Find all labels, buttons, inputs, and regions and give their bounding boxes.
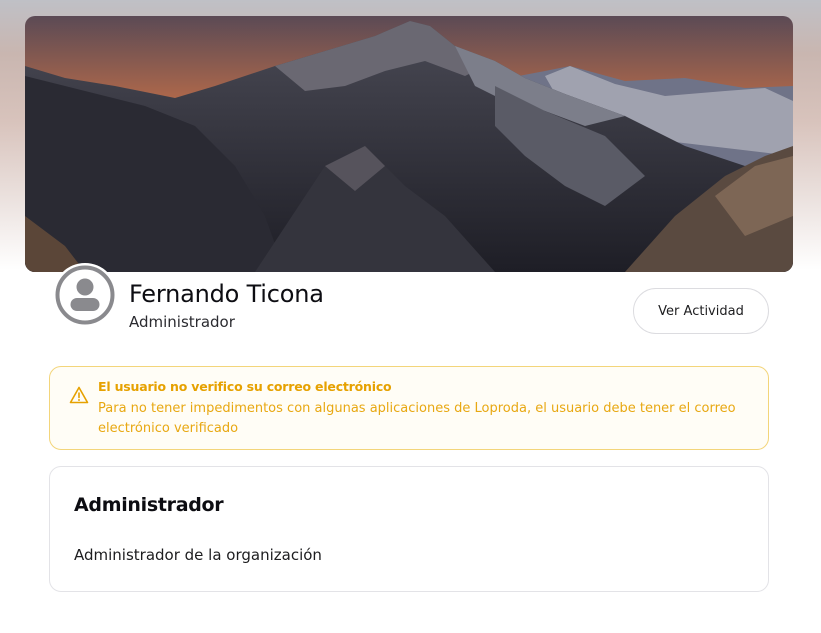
role-card-description: Administrador de la organización <box>74 546 322 564</box>
profile-name: Fernando Ticona <box>129 280 324 308</box>
avatar <box>53 263 117 327</box>
role-card-title: Administrador <box>74 494 224 516</box>
alert-title: El usuario no verifico su correo electró… <box>98 379 392 394</box>
alert-message: Para no tener impedimentos con algunas a… <box>98 401 736 436</box>
user-icon <box>55 265 115 325</box>
warning-icon <box>69 386 89 404</box>
profile-role: Administrador <box>129 313 235 331</box>
view-activity-button[interactable]: Ver Actividad <box>633 288 769 334</box>
cover-image <box>25 16 793 272</box>
role-card: Administrador Administrador de la organi… <box>49 466 769 592</box>
email-verification-alert: El usuario no verifico su correo electró… <box>49 366 769 450</box>
